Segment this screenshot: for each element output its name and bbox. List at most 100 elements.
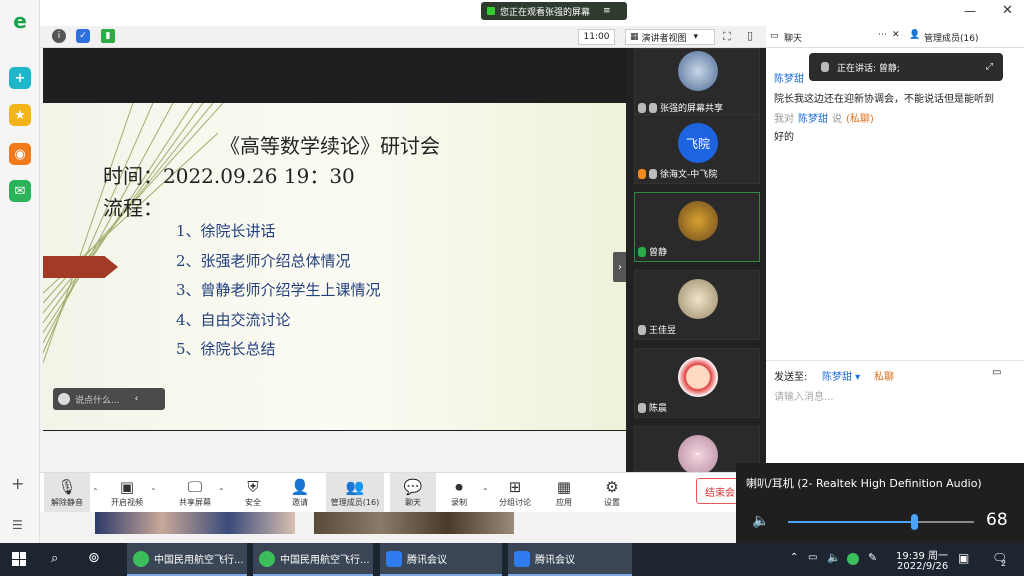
chat-message: 院长我这边还在迎新协调会，不能说话但是能听到	[774, 94, 994, 105]
close-chat-icon[interactable]: ✕	[892, 30, 900, 40]
scroll-down-icon[interactable]: ⌄	[693, 447, 701, 458]
chat-input[interactable]: 请输入消息...	[774, 388, 834, 403]
background-strip	[40, 512, 766, 543]
minimize-button[interactable]: —	[964, 4, 976, 18]
video-label: 开启视频	[111, 497, 143, 507]
unmute-button[interactable]: 🎙 解除静音	[44, 473, 90, 513]
taskbar-time[interactable]: 19:39 周一	[896, 547, 948, 562]
speaking-indicator: 正在讲话: 曾静; ⤢	[809, 53, 1003, 81]
chevron-up-icon[interactable]: ⌃	[482, 487, 489, 496]
search-icon[interactable]: ⌕	[51, 551, 58, 566]
avatar	[678, 357, 718, 397]
members-button[interactable]: 👥 管理成员(16)	[326, 473, 384, 513]
apps-button[interactable]: ▦ 应用	[541, 473, 587, 513]
fullscreen-icon[interactable]: ⛶	[723, 30, 731, 44]
speaker-icon[interactable]: 🔈	[752, 513, 769, 529]
invite-label: 邀请	[292, 497, 308, 507]
volume-slider[interactable]	[788, 514, 974, 530]
participant-tile[interactable]: 王佳昱	[634, 270, 760, 340]
record-label: 录制	[451, 497, 467, 507]
security-button[interactable]: ⛨ 安全	[230, 473, 276, 513]
participant-tile[interactable]: 飞院 徐海文-中飞院	[634, 114, 760, 184]
shield-icon[interactable]: ✓	[76, 29, 90, 43]
members-tab[interactable]: 管理成员(16)	[924, 31, 978, 44]
invite-button[interactable]: 👤 邀请	[277, 473, 323, 513]
chat-panel: 陈梦甜 院长我这边还在迎新协调会，不能说话但是能听到 我对 陈梦甜 说 (私聊)…	[766, 48, 1024, 360]
chevron-up-icon[interactable]: ⌃	[218, 487, 225, 496]
breakout-icon: ⊞	[508, 477, 522, 496]
mic-active-icon	[638, 246, 646, 257]
file-icon[interactable]: ▭	[992, 367, 1001, 378]
unmute-label: 解除静音	[51, 497, 83, 507]
pen-icon[interactable]: ✎	[868, 551, 877, 564]
apps-label: 应用	[556, 497, 572, 507]
signal-icon[interactable]: ▮	[101, 29, 115, 43]
video-button[interactable]: ▣ 开启视频	[104, 473, 150, 513]
chat-button[interactable]: 💬 聊天	[390, 473, 436, 513]
volume-tray-icon[interactable]: 🔈	[827, 551, 841, 564]
share-screen-button[interactable]: 🖵 共享屏幕	[172, 473, 218, 513]
meeting-app-icon	[386, 550, 402, 567]
slide-flow-label: 流程：	[103, 196, 163, 220]
taskbar-app-label: 中国民用航空飞行...	[280, 555, 370, 566]
browser-icon	[133, 550, 149, 567]
volume-thumb[interactable]	[911, 514, 919, 530]
battery-icon[interactable]: ▭	[808, 552, 817, 563]
task-view-icon[interactable]: ⊚	[88, 550, 100, 566]
background-image	[314, 512, 514, 534]
weibo-icon[interactable]: ◉	[9, 143, 31, 165]
say-something-input[interactable]: 说点什么... ‹	[53, 388, 165, 410]
send-to-dropdown[interactable]: 陈梦甜 ▾	[822, 368, 860, 383]
chat-input-area: 发送至: 陈梦甜 ▾ 私聊 ▭ 请输入消息...	[766, 360, 1024, 472]
audio-device-label[interactable]: 喇叭/耳机 (2- Realtek High Definition Audio)	[746, 475, 982, 491]
star-icon[interactable]: ★	[9, 104, 31, 126]
taskbar-app[interactable]: 腾讯会议	[508, 543, 632, 576]
windows-start-icon[interactable]	[12, 552, 26, 566]
more-icon[interactable]: ⋯	[878, 30, 887, 40]
taskbar-app[interactable]: 中国民用航空飞行...	[127, 543, 247, 576]
collapse-panel-button[interactable]: ›	[613, 252, 627, 282]
chevron-down-icon: ▾	[693, 32, 699, 42]
taskbar-date[interactable]: 2022/9/26	[897, 561, 948, 572]
add-icon[interactable]: +	[11, 474, 24, 493]
browser-logo-icon[interactable]: e	[9, 10, 31, 32]
settings-button[interactable]: ⚙ 设置	[589, 473, 635, 513]
participant-tile[interactable]: 张强的屏幕共享	[634, 48, 760, 118]
chat-icon: 💬	[403, 477, 423, 496]
close-button[interactable]: ✕	[1002, 3, 1013, 18]
taskbar-app[interactable]: 腾讯会议	[380, 543, 502, 576]
chevron-left-icon[interactable]: ‹	[135, 394, 139, 404]
emoji-icon[interactable]	[58, 393, 70, 405]
tray-chevron-icon[interactable]: ⌃	[790, 552, 798, 563]
chat-tab[interactable]: 聊天	[784, 31, 802, 44]
browser-icon	[259, 550, 275, 567]
private-tag: (私聊)	[846, 114, 874, 125]
plus-app-icon[interactable]: +	[9, 67, 31, 89]
volume-fill	[788, 521, 915, 523]
end-meeting-button[interactable]: 结束会	[696, 478, 738, 504]
panel-toggle-icon[interactable]: ▯	[747, 29, 753, 42]
watching-banner[interactable]: 您正在观看张强的屏幕 ≡	[481, 2, 627, 20]
gear-icon: ⚙	[605, 477, 619, 496]
meeting-app-icon	[514, 550, 530, 567]
view-mode-dropdown[interactable]: ▦ 演讲者视图 ▾	[625, 29, 715, 45]
meeting-toolbar: 🎙 解除静音 ⌃ ▣ 开启视频 ⌃ 🖵 共享屏幕 ⌃ ⛨ 安全 👤 邀请 👥 管理成员(16…	[40, 472, 766, 513]
info-icon[interactable]: i	[52, 29, 66, 43]
taskbar-app[interactable]: 中国民用航空飞行...	[253, 543, 373, 576]
meeting-clock: 11:00	[578, 29, 615, 45]
mail-icon[interactable]: ✉	[9, 180, 31, 202]
breakout-button[interactable]: ⊞ 分组讨论	[492, 473, 538, 513]
banner-menu-icon[interactable]: ≡	[603, 6, 611, 16]
wechat-tray-icon[interactable]	[847, 553, 859, 565]
chevron-up-icon[interactable]: ⌃	[150, 487, 157, 496]
expand-icon[interactable]: ⤢	[986, 62, 993, 72]
participant-tile[interactable]: 陈晨	[634, 348, 760, 418]
record-button[interactable]: ⏺ 录制	[436, 473, 482, 513]
menu-icon[interactable]: ☰	[12, 518, 23, 532]
desktop-icon[interactable]: ▣	[958, 551, 969, 565]
chevron-up-icon[interactable]: ⌃	[92, 487, 99, 496]
participant-tile[interactable]: 曾静	[634, 192, 760, 262]
chat-sender: 陈梦甜	[774, 74, 804, 85]
grid-icon: ▦	[630, 32, 639, 42]
volume-popup: 喇叭/耳机 (2- Realtek High Definition Audio)…	[736, 463, 1024, 545]
